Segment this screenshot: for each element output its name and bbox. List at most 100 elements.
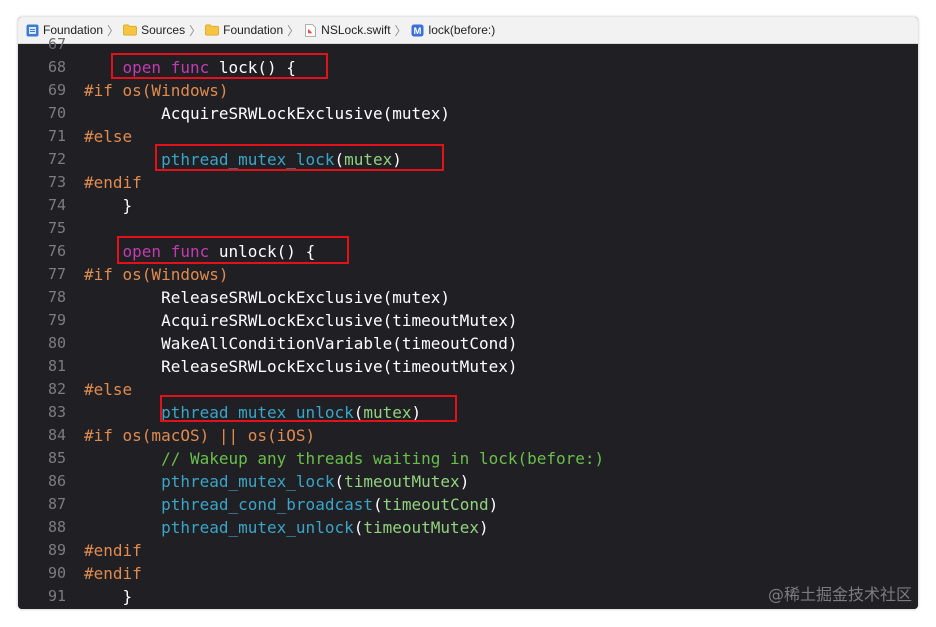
code-token: #endif — [84, 173, 142, 192]
code-text: #if os(Windows) — [84, 79, 229, 102]
highlight-box-mutex-lock — [155, 144, 444, 171]
code-token: #endif — [84, 564, 142, 583]
breadcrumb-label: lock(before:) — [428, 23, 496, 37]
code-text: #endif — [84, 171, 142, 194]
method-icon: M — [411, 24, 425, 37]
code-line[interactable]: 78 ReleaseSRWLockExclusive(mutex) — [18, 286, 604, 309]
code-text: // Wakeup any threads waiting in lock(be… — [84, 447, 604, 470]
line-number: 80 — [47, 334, 66, 352]
code-token: #endif — [84, 541, 142, 560]
code-token: timeoutCond — [382, 495, 489, 514]
svg-text:M: M — [414, 26, 422, 37]
code-text: #endif — [84, 562, 142, 585]
code-line[interactable]: 87 pthread_cond_broadcast(timeoutCond) — [18, 493, 604, 516]
code-line[interactable]: 69 #if os(Windows) — [18, 79, 604, 102]
code-line[interactable]: 85 // Wakeup any threads waiting in lock… — [18, 447, 604, 470]
code-token: ) — [459, 472, 470, 491]
line-number: 78 — [47, 288, 66, 306]
breadcrumb-separator: 〉 — [107, 23, 120, 38]
code-text: #else — [84, 378, 132, 401]
code-token: #else — [84, 380, 133, 399]
line-number: 69 — [47, 81, 66, 99]
code-token: pthread_mutex_unlock — [161, 518, 354, 537]
breadcrumb-separator: 〉 — [394, 23, 407, 38]
code-line[interactable]: 88 pthread_mutex_unlock(timeoutMutex) — [18, 516, 604, 539]
code-text: WakeAllConditionVariable(timeoutCond) — [84, 332, 517, 355]
code-token: pthread_cond_broadcast — [161, 495, 373, 514]
line-number: 79 — [47, 311, 66, 329]
code-line[interactable]: 77 #if os(Windows) — [18, 263, 604, 286]
code-text: ReleaseSRWLockExclusive(mutex) — [84, 286, 450, 309]
code-token: ( — [372, 495, 383, 514]
code-token: AcquireSRWLockExclusive(mutex) — [84, 104, 451, 123]
breadcrumb-separator: 〉 — [287, 23, 300, 38]
code-token: } — [84, 196, 133, 215]
code-token: ReleaseSRWLockExclusive(mutex) — [84, 288, 451, 307]
highlight-box-lock-func — [111, 53, 328, 79]
line-number-partial: 67 — [47, 35, 66, 53]
code-line[interactable]: 70 AcquireSRWLockExclusive(mutex) — [18, 102, 604, 125]
code-text: ReleaseSRWLockExclusive(timeoutMutex) — [84, 355, 517, 378]
code-token: WakeAllConditionVariable(timeoutCond) — [84, 334, 518, 353]
code-token: ) — [488, 495, 499, 514]
code-line[interactable]: 81 ReleaseSRWLockExclusive(timeoutMutex) — [18, 355, 604, 378]
breadcrumb-separator: 〉 — [189, 23, 202, 38]
code-line[interactable]: 74 } — [18, 194, 604, 217]
code-text: AcquireSRWLockExclusive(mutex) — [84, 102, 450, 125]
code-line[interactable]: 79 AcquireSRWLockExclusive(timeoutMutex) — [18, 309, 604, 332]
line-number: 81 — [47, 357, 66, 375]
breadcrumb-item-foundation-folder[interactable]: Foundation — [205, 23, 283, 37]
line-number: 73 — [47, 173, 66, 191]
breadcrumb-item-sources[interactable]: Sources — [123, 23, 185, 37]
code-text: AcquireSRWLockExclusive(timeoutMutex) — [84, 309, 517, 332]
swift-file-icon — [303, 23, 317, 37]
code-token: #if os(macOS) || os(iOS) — [84, 426, 316, 445]
line-number: 71 — [47, 127, 66, 145]
highlight-box-unlock-func — [117, 236, 349, 264]
line-number: 68 — [47, 58, 66, 76]
line-number: 83 — [47, 403, 66, 421]
xcode-editor-window: Foundation 〉 Sources 〉 Foundation 〉 NSLo… — [18, 17, 918, 609]
code-text: #else — [84, 125, 132, 148]
code-token: ( — [334, 472, 345, 491]
code-lines: 68 open func lock() {69 #if os(Windows) 70… — [18, 56, 604, 608]
code-token: #if os(Windows) — [84, 265, 229, 284]
line-number: 86 — [47, 472, 66, 490]
line-number: 75 — [47, 219, 66, 237]
code-editor[interactable]: 67 68 open func lock() {69 #if os(Windows… — [18, 35, 918, 609]
code-line[interactable]: 86 pthread_mutex_lock(timeoutMutex) — [18, 470, 604, 493]
code-text: pthread_cond_broadcast(timeoutCond) — [84, 493, 498, 516]
folder-icon — [123, 24, 137, 37]
line-number: 72 — [47, 150, 66, 168]
breadcrumb-item-method[interactable]: M lock(before:) — [411, 23, 496, 37]
code-line[interactable]: 80 WakeAllConditionVariable(timeoutCond) — [18, 332, 604, 355]
code-text: pthread_mutex_unlock(timeoutMutex) — [84, 516, 489, 539]
line-number: 70 — [47, 104, 66, 122]
line-number: 77 — [47, 265, 66, 283]
code-line[interactable]: 84 #if os(macOS) || os(iOS) — [18, 424, 604, 447]
code-text: #endif — [84, 539, 142, 562]
code-line[interactable]: 91 } — [18, 585, 604, 608]
breadcrumb-label: Foundation — [223, 23, 284, 37]
code-text: pthread_mutex_lock(timeoutMutex) — [84, 470, 469, 493]
code-line[interactable]: 73 #endif — [18, 171, 604, 194]
code-token: timeoutMutex — [344, 472, 460, 491]
code-token: pthread_mutex_lock — [161, 472, 335, 491]
breadcrumb-label: NSLock.swift — [321, 23, 391, 37]
code-line[interactable]: 89 #endif — [18, 539, 604, 562]
code-token: #else — [84, 127, 133, 146]
breadcrumb-item-file[interactable]: NSLock.swift — [303, 23, 391, 37]
line-number: 91 — [47, 587, 66, 605]
code-token: ReleaseSRWLockExclusive(timeoutMutex) — [84, 357, 518, 376]
line-number: 90 — [47, 564, 66, 582]
code-token: // Wakeup any threads waiting in lock(be… — [161, 449, 605, 468]
code-token: AcquireSRWLockExclusive(timeoutMutex) — [84, 311, 518, 330]
line-number: 82 — [47, 380, 66, 398]
code-line[interactable]: 90 #endif — [18, 562, 604, 585]
